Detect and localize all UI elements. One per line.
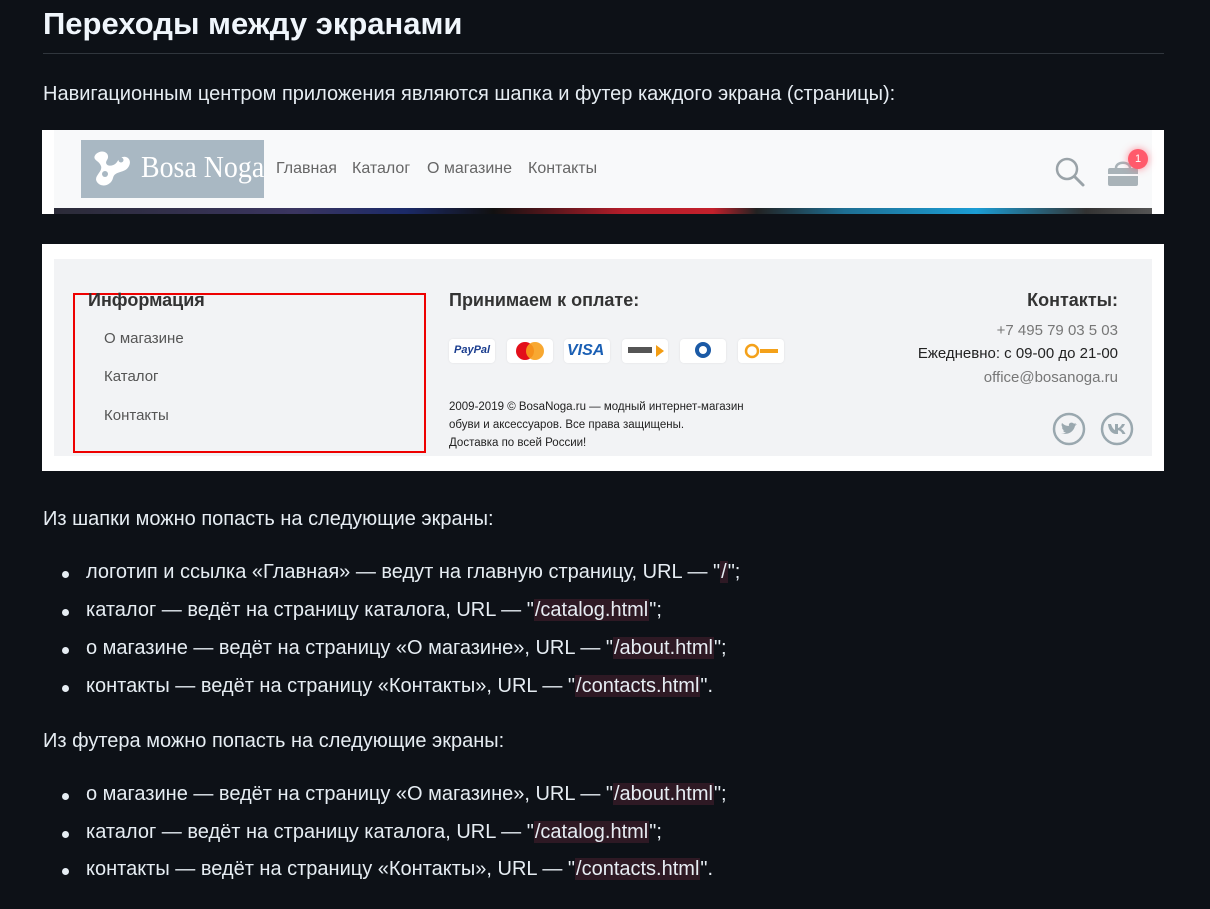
contacts-heading: Контакты: — [1027, 290, 1118, 310]
nav-link-contacts[interactable]: Контакты — [528, 160, 597, 178]
site-footer: Информация О магазине Каталог Контакты П… — [54, 259, 1152, 456]
nav-link-home[interactable]: Главная — [276, 160, 337, 178]
logo-icon — [94, 151, 130, 186]
url-code: /about.html — [612, 783, 714, 805]
search-icon[interactable] — [1054, 156, 1086, 188]
intro-text: Навигационным центром приложения являютс… — [43, 83, 896, 105]
footer-link-about[interactable]: О магазине — [104, 330, 184, 347]
hero-banner-strip — [54, 208, 1152, 214]
url-code: /about.html — [612, 637, 714, 659]
footer-link-contacts[interactable]: Контакты — [104, 407, 169, 424]
url-code: /contacts.html — [575, 858, 701, 880]
copyright-line-1: 2009-2019 © BosaNoga.ru — модный интерне… — [449, 401, 744, 413]
list-item: логотип и ссылка «Главная» — ведут на гл… — [62, 561, 740, 584]
nav-link-about[interactable]: О магазине — [427, 160, 512, 178]
footer-link-catalog[interactable]: Каталог — [104, 368, 159, 385]
url-code: / — [720, 561, 728, 583]
copyright-line-2: обуви и аксессуаров. Все права защищены. — [449, 419, 685, 431]
footer-screenshot: Информация О магазине Каталог Контакты П… — [42, 244, 1164, 471]
list-item: контакты — ведёт на страницу «Контакты»,… — [62, 858, 713, 881]
copyright-line-3: Доставка по всей России! — [449, 437, 587, 449]
header-screenshot: Bosa Noga Главная Каталог О магазине Кон… — [42, 130, 1164, 214]
paypal-icon: PayPal — [449, 339, 495, 363]
webmoney-icon — [680, 339, 726, 363]
url-code: /catalog.html — [533, 599, 650, 621]
visa-icon: VISA — [564, 339, 610, 363]
contact-hours: Ежедневно: с 09-00 до 21-00 — [917, 345, 1118, 362]
visa-label: VISA — [567, 342, 605, 359]
header-section-lead: Из шапки можно попасть на следующие экра… — [43, 508, 494, 530]
title-divider — [43, 53, 1164, 54]
yandex-money-icon — [622, 339, 668, 363]
list-item: каталог — ведёт на страницу каталога, UR… — [62, 599, 662, 622]
twitter-icon[interactable] — [1052, 412, 1086, 446]
payment-heading: Принимаем к оплате: — [449, 290, 640, 310]
url-code: /catalog.html — [533, 821, 650, 843]
list-item: о магазине — ведёт на страницу «О магази… — [62, 637, 727, 660]
list-item: контакты — ведёт на страницу «Контакты»,… — [62, 675, 713, 698]
contact-email[interactable]: office@bosanoga.ru — [984, 369, 1118, 386]
cart-badge: 1 — [1128, 149, 1148, 169]
list-item: каталог — ведёт на страницу каталога, UR… — [62, 821, 662, 844]
copyright-text: 2009-2019 © BosaNoga.ru — модный интерне… — [449, 398, 744, 452]
site-header: Bosa Noga Главная Каталог О магазине Кон… — [54, 130, 1152, 214]
qiwi-icon — [738, 339, 784, 363]
logo-text: Bosa Noga — [141, 149, 265, 184]
paypal-label: PayPal — [454, 344, 491, 356]
footer-section-lead: Из футера можно попасть на следующие экр… — [43, 730, 505, 752]
page-title: Переходы между экранами — [43, 6, 463, 41]
contact-phone[interactable]: +7 495 79 03 5 03 — [997, 322, 1118, 339]
nav-link-catalog[interactable]: Каталог — [352, 160, 410, 178]
vk-icon[interactable] — [1100, 412, 1134, 446]
logo[interactable]: Bosa Noga — [81, 140, 264, 198]
info-heading: Информация — [88, 290, 205, 310]
url-code: /contacts.html — [575, 675, 701, 697]
mastercard-icon — [507, 339, 553, 363]
list-item: о магазине — ведёт на страницу «О магази… — [62, 783, 727, 806]
